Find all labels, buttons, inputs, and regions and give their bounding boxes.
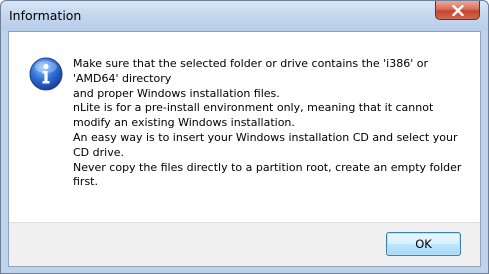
- info-icon: [29, 57, 63, 91]
- ok-button[interactable]: OK: [386, 232, 461, 256]
- dialog-window: Information Make sure that the selected …: [0, 0, 489, 274]
- window-title: Information: [9, 8, 82, 23]
- message-line: An easy way is to insert your Windows in…: [73, 130, 458, 144]
- title-bar[interactable]: Information: [1, 1, 488, 31]
- message-text: Make sure that the selected folder or dr…: [73, 57, 463, 190]
- message-line: and proper Windows installation files.: [73, 86, 280, 100]
- message-line: Make sure that the selected folder or dr…: [73, 57, 429, 70]
- dialog-client-area: Make sure that the selected folder or dr…: [8, 31, 481, 267]
- message-line: nLite is for a pre-install environment o…: [73, 101, 434, 115]
- message-area: Make sure that the selected folder or dr…: [9, 32, 480, 222]
- message-line: first.: [73, 175, 98, 189]
- close-button[interactable]: [435, 1, 480, 20]
- message-line: 'AMD64' directory: [73, 71, 172, 85]
- button-bar: OK: [9, 222, 480, 266]
- close-icon: [452, 5, 464, 16]
- message-line: Never copy the files directly to a parti…: [73, 160, 462, 174]
- message-line: CD drive.: [73, 145, 124, 159]
- message-line: modify an existing Windows installation.: [73, 116, 295, 130]
